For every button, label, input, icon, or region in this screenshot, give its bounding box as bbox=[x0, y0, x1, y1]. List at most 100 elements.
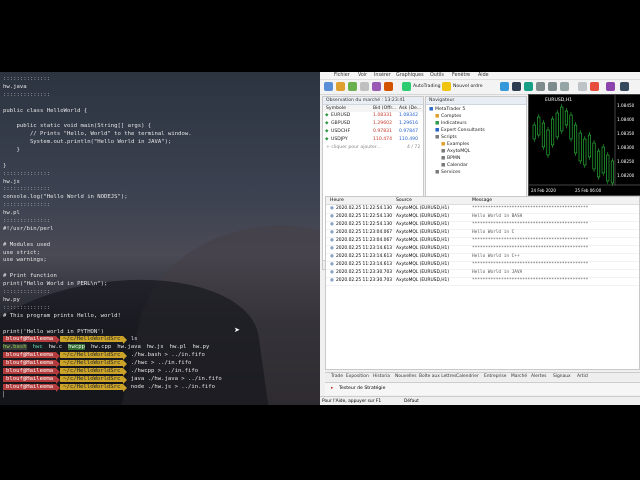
toolbox-tab-3[interactable]: Nouvelles bbox=[395, 374, 416, 380]
toolbox-tab-10[interactable]: Articl bbox=[577, 374, 588, 380]
toolbox-tab-8[interactable]: Alertes bbox=[531, 374, 546, 380]
journal-message: Hello World in C++ bbox=[472, 254, 520, 259]
candle bbox=[601, 146, 605, 174]
zoom-out-icon[interactable] bbox=[548, 82, 557, 91]
open-icon[interactable] bbox=[336, 82, 345, 91]
tester-icon[interactable] bbox=[384, 82, 393, 91]
journal-time: 2020.02.25 11:23:14.613 bbox=[336, 246, 393, 251]
folder-icon: ■ bbox=[441, 149, 446, 154]
terminal-command: ./hw.bash > ../in.fifo bbox=[127, 352, 205, 359]
date-label: 25 Feb 06:00 bbox=[575, 188, 602, 193]
candle bbox=[532, 124, 536, 140]
toolbox-tab-6[interactable]: Entreprise bbox=[484, 374, 507, 380]
toolbox-tab-0[interactable]: Trade bbox=[331, 374, 343, 380]
price-label: 1.08450 bbox=[617, 103, 635, 108]
line-chart-icon[interactable] bbox=[524, 82, 533, 91]
bar-chart-icon[interactable] bbox=[500, 82, 509, 91]
eurusd-chart[interactable]: EURUSD,H1 1.08450 1.08400 1.08350 1.08300 1.0… bbox=[528, 94, 640, 196]
indicators-icon[interactable] bbox=[590, 82, 599, 91]
terminal-line: hw.js bbox=[3, 178, 20, 185]
menu-item-1[interactable]: Voir bbox=[358, 73, 367, 78]
add-symbol-row[interactable]: + cliquer pour ajouter... 4 / 72 bbox=[323, 144, 423, 151]
autotrading-button[interactable]: AutoTrading bbox=[413, 84, 441, 89]
scroll-icon[interactable] bbox=[578, 82, 587, 91]
navigator-icon[interactable] bbox=[360, 82, 369, 91]
terminal-line: use strict; bbox=[3, 249, 41, 256]
menu-item-6[interactable]: Aide bbox=[478, 73, 489, 78]
market-watch-row[interactable]: ◆ USDJPY 110.474 110.490 bbox=[323, 136, 423, 143]
new-order-button[interactable]: Nouvel ordre bbox=[453, 84, 483, 89]
market-watch-row[interactable]: ◆ EURUSD 1.08331 1.08342 bbox=[323, 112, 423, 119]
navigator-item[interactable]: ■ AxytoMQL bbox=[426, 148, 526, 155]
autotrading-icon[interactable] bbox=[402, 82, 411, 91]
terminal-output: :::::::::::::: hw.java:::::::::::::: publi… bbox=[3, 76, 222, 400]
navigator-item[interactable]: ■ BPMN bbox=[426, 155, 526, 162]
info-icon: ● bbox=[330, 254, 334, 259]
menu-item-0[interactable]: Fichier bbox=[334, 73, 350, 78]
desktop-bottom bbox=[0, 405, 640, 480]
new-chart-icon[interactable] bbox=[324, 82, 333, 91]
strategy-tester-bar[interactable]: ▸ Testeur de Stratégie bbox=[325, 382, 640, 395]
market-watch-row[interactable]: ◆ GBPUSD 1.29602 1.29616 bbox=[323, 120, 423, 127]
navigator-item[interactable]: ■ Examples bbox=[426, 141, 526, 148]
menu-item-3[interactable]: Graphiques bbox=[396, 73, 424, 78]
new-order-icon[interactable] bbox=[442, 82, 451, 91]
terminal-line: :::::::::::::: bbox=[3, 76, 51, 82]
terminal-window[interactable]: :::::::::::::: hw.java:::::::::::::: publi… bbox=[0, 72, 320, 405]
toolbox-tab-5[interactable]: Calendrier bbox=[456, 374, 479, 380]
navigator-item[interactable]: ■ MetaTrader 5 bbox=[426, 106, 526, 113]
bid-price: 110.474 bbox=[373, 137, 392, 142]
prompt-path: ~/c/HelloWorldSrc bbox=[60, 383, 124, 390]
terminal-icon[interactable] bbox=[372, 82, 381, 91]
candle bbox=[574, 124, 578, 154]
navigator-item[interactable]: ■ Scripts bbox=[426, 134, 526, 141]
navigator-item-label: BPMN bbox=[447, 156, 461, 161]
ls-file: hw.js bbox=[146, 344, 164, 351]
terminal-line: :::::::::::::: bbox=[3, 170, 51, 177]
market-watch-icon[interactable] bbox=[348, 82, 357, 91]
terminal-prompt-line: blouf@Haileema ~/c/HelloWorldSrc ./hwcpp … bbox=[3, 367, 222, 376]
toolbox-tab-2[interactable]: Historia bbox=[373, 374, 390, 380]
toolbox-tab-1[interactable]: Exposition bbox=[346, 374, 369, 380]
navigator-item-label: Indicateurs bbox=[441, 121, 467, 126]
journal-message: Hello World in BASH bbox=[472, 214, 523, 219]
journal-time: 2020.02.25 11:23:14.613 bbox=[336, 254, 393, 259]
toolbar: AutoTrading Nouvel ordre bbox=[320, 80, 640, 95]
journal-source: AxytoMQL (EURUSD,H1) bbox=[396, 238, 450, 243]
candle bbox=[606, 154, 610, 182]
navigator-item[interactable]: ■ Services bbox=[426, 169, 526, 176]
ls-file: hw.java bbox=[117, 344, 141, 351]
market-watch-row[interactable]: ◆ USDCHF 0.97831 0.97847 bbox=[323, 128, 423, 135]
chart-title: EURUSD,H1 bbox=[545, 97, 572, 103]
journal-source: AxytoMQL (EURUSD,H1) bbox=[396, 214, 450, 219]
journal-source: AxytoMQL (EURUSD,H1) bbox=[396, 230, 450, 235]
ls-file: hw.py bbox=[192, 344, 210, 351]
template-icon[interactable] bbox=[620, 82, 629, 91]
menu-item-2[interactable]: Insérer bbox=[374, 73, 391, 78]
journal-row[interactable]: ● 2020.02.25 11:23:30.703 AxytoMQL (EURUSD… bbox=[326, 277, 639, 286]
menu-item-5[interactable]: Fenêtre bbox=[452, 73, 470, 78]
journal-time: 2020.02.25 11:23:04.067 bbox=[336, 238, 393, 243]
navigator-item[interactable]: ■ Expert Consultants bbox=[426, 127, 526, 134]
toolbox-tab-4[interactable]: Boîte aux Lettres bbox=[419, 374, 456, 380]
bid-price: 1.29602 bbox=[373, 121, 392, 126]
tile-icon[interactable] bbox=[560, 82, 569, 91]
toolbox-tab-9[interactable]: Signaux bbox=[553, 374, 571, 380]
navigator-item[interactable]: ■ Comptes bbox=[426, 113, 526, 120]
navigator-item[interactable]: ■ Calendar bbox=[426, 162, 526, 169]
menu-item-4[interactable]: Outils bbox=[430, 73, 444, 78]
info-icon: ● bbox=[330, 270, 334, 275]
terminal-cursor-line[interactable]: ▏ bbox=[3, 392, 222, 400]
candles-icon[interactable] bbox=[512, 82, 521, 91]
journal-time: 2020.02.25 11:22:54.130 bbox=[336, 214, 393, 219]
zoom-in-icon[interactable] bbox=[536, 82, 545, 91]
navigator-item[interactable]: ■ Indicateurs bbox=[426, 120, 526, 127]
period-icon[interactable] bbox=[606, 82, 615, 91]
toolbox-tab-7[interactable]: Marché bbox=[511, 374, 527, 380]
navigator-item-label: Comptes bbox=[441, 114, 462, 119]
price-label: 1.08400 bbox=[617, 117, 635, 122]
journal-message: ****************************************… bbox=[472, 246, 589, 251]
terminal-line: # Modules used bbox=[3, 241, 51, 248]
